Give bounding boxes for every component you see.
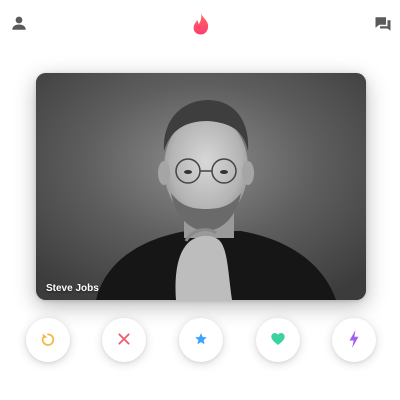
like-button[interactable] bbox=[256, 318, 300, 362]
messages-icon[interactable] bbox=[372, 13, 394, 35]
profile-card[interactable]: Steve Jobs bbox=[36, 73, 366, 300]
rewind-icon bbox=[40, 331, 56, 350]
super-like-button[interactable] bbox=[179, 318, 223, 362]
flame-icon[interactable] bbox=[188, 10, 214, 38]
portrait-photo bbox=[36, 73, 366, 300]
star-icon bbox=[194, 332, 208, 349]
profile-name: Steve Jobs bbox=[46, 283, 99, 294]
boost-button[interactable] bbox=[332, 318, 376, 362]
nope-button[interactable] bbox=[102, 318, 146, 362]
bolt-icon bbox=[347, 329, 361, 351]
close-icon bbox=[117, 332, 131, 349]
action-bar bbox=[0, 318, 400, 368]
rewind-button[interactable] bbox=[26, 318, 70, 362]
profile-icon[interactable] bbox=[8, 12, 30, 34]
heart-icon bbox=[270, 331, 286, 350]
top-bar bbox=[0, 0, 400, 48]
